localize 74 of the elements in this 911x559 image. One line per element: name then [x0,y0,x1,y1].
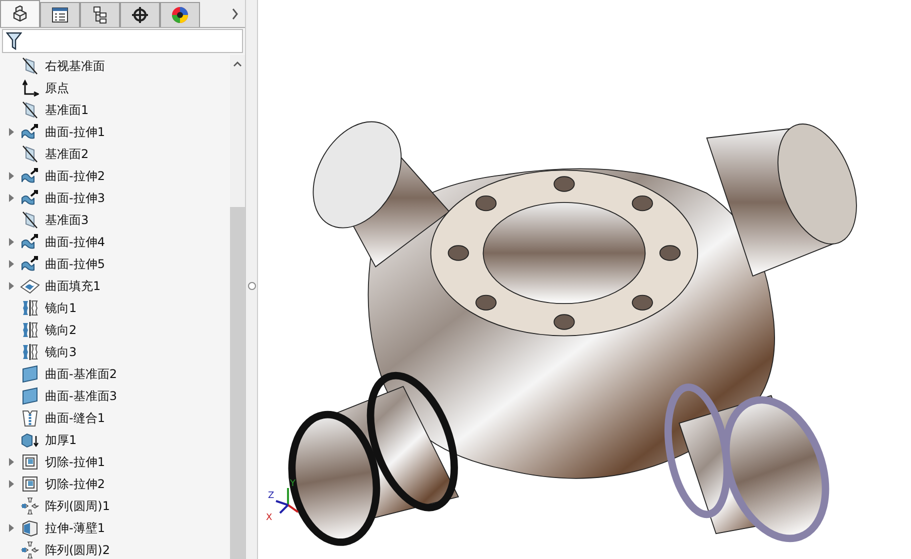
feature-label[interactable]: 右视基准面 [45,58,105,74]
expand-arrow-icon[interactable] [8,260,14,268]
feature-label[interactable]: 曲面-拉伸2 [45,168,105,184]
plane-icon [21,211,39,229]
color-ball-icon [171,6,189,24]
crosshair-icon [131,6,149,24]
feature-label[interactable]: 原点 [45,80,69,96]
circular-pattern-icon [21,497,39,515]
feature-label[interactable]: 镜向1 [45,300,77,316]
feature-label[interactable]: 基准面1 [45,102,89,118]
plane-icon [21,101,39,119]
feature-label[interactable]: 基准面3 [45,212,89,228]
expand-arrow-icon[interactable] [8,238,14,246]
panel-tab[interactable] [160,2,200,27]
thicken-icon [21,431,39,449]
feature-label[interactable]: 切除-拉伸2 [45,476,105,492]
panel-tab[interactable] [120,2,160,27]
feature-label[interactable]: 曲面-拉伸4 [45,234,105,250]
z-axis-label: Z [268,492,274,501]
filled-surface-icon [20,277,40,295]
feature-label[interactable]: 切除-拉伸1 [45,454,105,470]
feature-label[interactable]: 曲面-基准面2 [45,366,117,382]
x-axis-label: X [266,514,272,523]
scroll-up-icon[interactable] [233,61,242,67]
feature-label[interactable]: 加厚1 [45,432,77,448]
feature-label[interactable]: 镜向3 [45,344,77,360]
expand-arrow-icon[interactable] [8,524,14,532]
expand-arrow-icon[interactable] [8,282,14,290]
feature-label[interactable]: 镜向2 [45,322,77,338]
scrollbar[interactable] [230,55,245,559]
plane-icon [21,145,39,163]
config-tree-icon [91,6,109,24]
extruded-surface-icon [20,255,40,273]
feature-label[interactable]: 曲面-基准面3 [45,388,117,404]
feature-label[interactable]: 曲面填充1 [45,278,101,294]
expand-arrow-icon[interactable] [8,172,14,180]
panel-tab[interactable] [40,2,80,27]
thin-extrude-icon [21,519,39,537]
cut-extrude-icon [21,453,39,471]
feature-label[interactable]: 曲面-缝合1 [45,410,105,426]
planar-surface-icon [21,365,39,383]
scroll-thumb[interactable] [230,207,245,559]
expand-arrow-icon[interactable] [8,480,14,488]
extruded-surface-icon [20,167,40,185]
panel-tab[interactable] [80,2,120,27]
panel-tab[interactable] [0,0,40,27]
chevron-right-icon[interactable] [231,8,239,20]
splitter-handle[interactable] [248,282,256,290]
expand-arrow-icon[interactable] [8,194,14,202]
feature-label[interactable]: 阵列(圆周)1 [45,498,110,514]
mirror-icon [21,321,39,339]
feature-label[interactable]: 曲面-拉伸5 [45,256,105,272]
feature-label[interactable]: 曲面-拉伸3 [45,190,105,206]
y-axis-label: Y [290,480,296,489]
planar-surface-icon [21,387,39,405]
feature-label[interactable]: 阵列(圆周)2 [45,542,110,558]
part-icon [11,5,29,23]
extruded-surface-icon [20,189,40,207]
filter-field[interactable] [2,29,243,53]
expand-arrow-icon[interactable] [8,458,14,466]
cut-extrude-icon [21,475,39,493]
list-icon [51,6,69,24]
mirror-icon [21,299,39,317]
mirror-icon [21,343,39,361]
filter-icon [6,31,22,51]
extruded-surface-icon [20,123,40,141]
feature-label[interactable]: 拉伸-薄壁1 [45,520,105,536]
origin-axes-icon [21,79,39,97]
expand-arrow-icon[interactable] [8,128,14,136]
extruded-surface-icon [20,233,40,251]
zipper-icon [21,409,39,427]
feature-label[interactable]: 曲面-拉伸1 [45,124,105,140]
feature-label[interactable]: 基准面2 [45,146,89,162]
plane-icon [21,57,39,75]
